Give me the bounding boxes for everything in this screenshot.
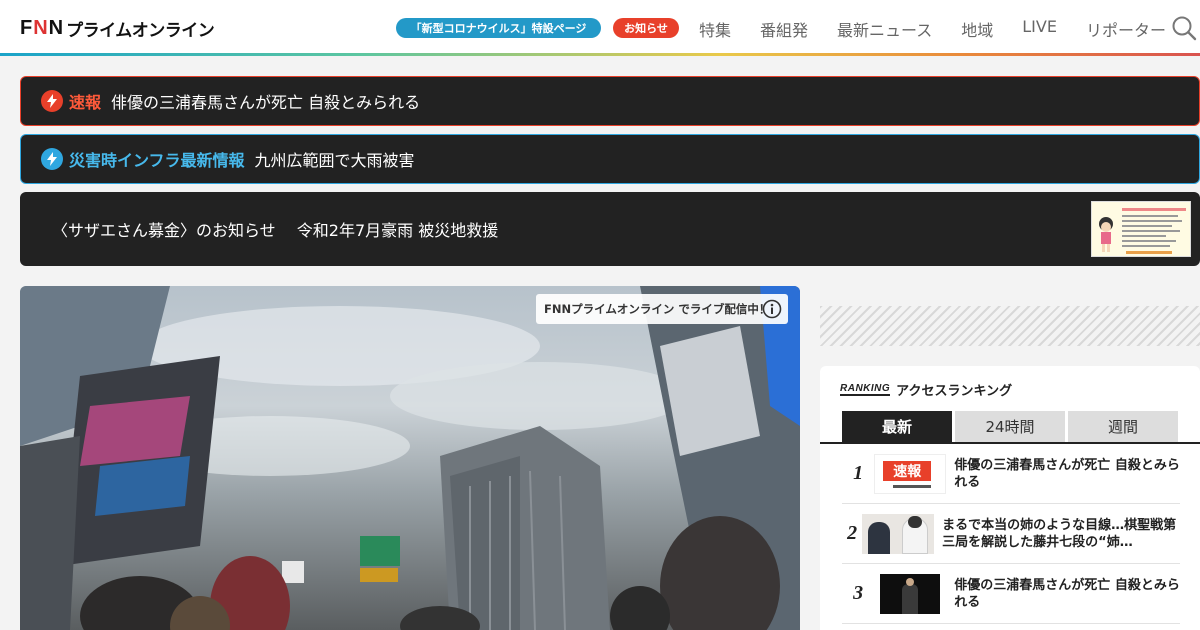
nav-item-features[interactable]: 特集 [699,17,731,41]
ranking-header: RANKING アクセスランキング [840,380,1012,399]
main-nav: 特集 番組発 最新ニュース 地域 LIVE リポーター [699,17,1195,41]
lightning-icon [41,90,63,112]
ranking-label-en: RANKING [840,382,891,396]
thumb-person [868,521,891,554]
nav-item-reporter[interactable]: リポーター [1086,17,1166,41]
tab-weekly[interactable]: 週間 [1068,411,1178,442]
ranking-item[interactable]: 2 まるで本当の姉のような目線…棋聖戦第三局を解説した藤井七段の“姉… [842,504,1180,564]
ranking-item[interactable]: 1 速報 俳優の三浦春馬さんが死亡 自殺とみられる [842,444,1180,504]
logo-mark: F N N [20,17,63,39]
ranking-headline[interactable]: 俳優の三浦春馬さんが死亡 自殺とみられる [954,577,1180,611]
breaking-news-bar[interactable]: 速報 俳優の三浦春馬さんが死亡 自殺とみられる [20,76,1200,126]
ranking-item[interactable]: 3 俳優の三浦春馬さんが死亡 自殺とみられる [842,564,1180,624]
tab-latest[interactable]: 最新 [842,411,952,442]
ranking-list: 1 速報 俳優の三浦春馬さんが死亡 自殺とみられる 2 まるで本当の姉のような目… [842,444,1180,624]
ranking-tabs: 最新 24時間 週間 [842,411,1178,442]
ranking-thumbnail[interactable] [874,573,947,614]
ranking-title: アクセスランキング [896,384,1013,399]
live-stream-badge[interactable]: FNNプライムオンライン でライブ配信中！ [536,294,788,324]
tab-24-hours[interactable]: 24時間 [955,411,1065,442]
disaster-headline[interactable]: 九州広範囲で大雨被害 [255,147,415,171]
donation-banner-image[interactable] [1091,201,1191,257]
nav-item-latest-news[interactable]: 最新ニュース [837,17,932,41]
search-icon[interactable] [1171,15,1197,41]
logo-text: プライムオンライン [66,20,215,41]
logo-letter: N [48,17,63,39]
live-video-player[interactable]: FNNプライムオンライン でライブ配信中！ [20,286,800,630]
donation-banner-text[interactable]: 〈サザエさん募金〉のお知らせ 令和2年7月豪雨 被災地救援 [52,217,498,241]
header-accent-line [0,53,1200,56]
site-header: F N N プライムオンライン 「新型コロナウイルス」特設ページ お知らせ 特集… [0,0,1200,54]
ad-placeholder [820,306,1200,346]
site-logo[interactable]: F N N プライムオンライン [20,15,215,41]
ranking-headline[interactable]: まるで本当の姉のような目線…棋聖戦第三局を解説した藤井七段の“姉… [942,517,1180,551]
thumb-hair [908,515,923,528]
live-stream-label: FNNプライムオンライン でライブ配信中！ [544,302,771,316]
info-icon[interactable] [762,299,782,319]
thumb-frame [940,573,947,614]
logo-letter: N [33,17,47,39]
nav-item-live[interactable]: LIVE [1022,17,1057,41]
breaking-thumb-label: 速報 [883,460,932,481]
breaking-tag: 速報 [69,93,102,112]
disaster-info-bar[interactable]: 災害時インフラ最新情報 九州広範囲で大雨被害 [20,134,1200,184]
ranking-headline[interactable]: 俳優の三浦春馬さんが死亡 自殺とみられる [954,457,1180,491]
notice-link[interactable]: お知らせ [613,18,679,38]
thumb-frame [874,573,881,614]
thumb-person [902,583,919,614]
corona-special-link[interactable]: 「新型コロナウイルス」特設ページ [396,18,601,38]
nav-item-programs[interactable]: 番組発 [760,17,808,41]
rank-number: 3 [853,582,864,604]
rank-number: 1 [853,462,864,484]
nav-item-region[interactable]: 地域 [961,17,993,41]
disaster-tag: 災害時インフラ最新情報 [69,151,245,170]
live-camera-frame [20,286,800,630]
logo-letter: F [20,17,32,39]
ranking-thumbnail[interactable] [862,513,935,554]
breaking-headline[interactable]: 俳優の三浦春馬さんが死亡 自殺とみられる [111,89,420,113]
donation-banner[interactable]: 〈サザエさん募金〉のお知らせ 令和2年7月豪雨 被災地救援 [20,192,1200,266]
thumb-logo-line [893,484,932,488]
thumb-face [906,577,915,586]
ranking-thumbnail[interactable]: 速報 [874,453,947,494]
access-ranking-panel: RANKING アクセスランキング 最新 24時間 週間 1 速報 俳優の三浦春… [820,366,1200,630]
rank-number: 2 [847,522,858,544]
lightning-icon [41,148,63,170]
